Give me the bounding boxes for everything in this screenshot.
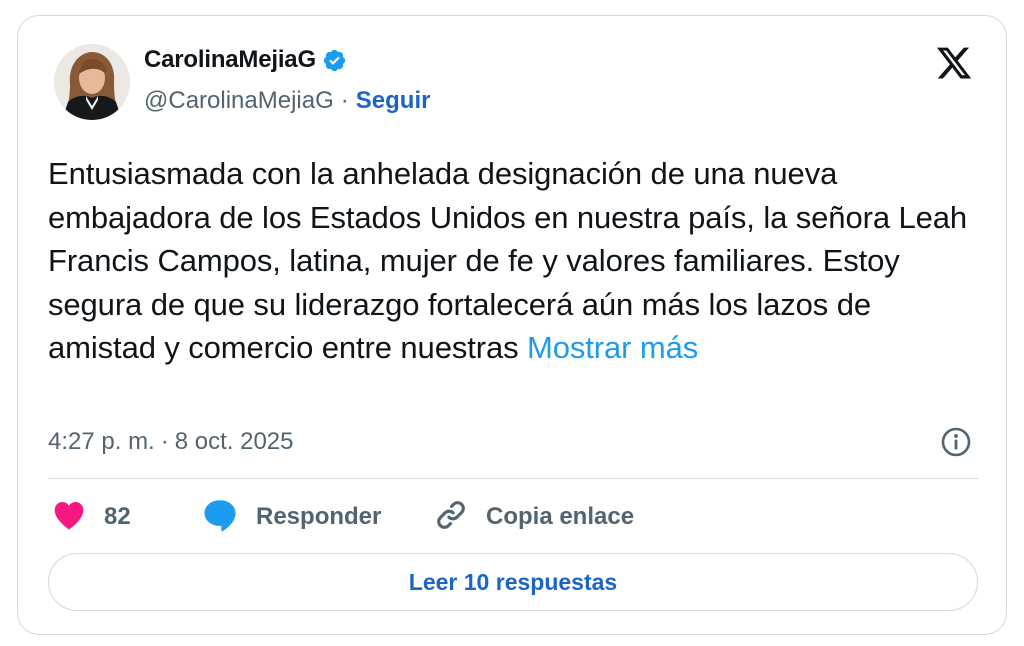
tweet-text: Entusiasmada con la anhelada designación… [48, 156, 968, 365]
tweet-date: 8 oct. 2025 [174, 428, 294, 455]
tweet-body: Entusiasmada con la anhelada designación… [48, 152, 978, 370]
info-icon[interactable] [940, 426, 972, 458]
like-button[interactable]: 82 [52, 500, 202, 535]
avatar[interactable] [54, 44, 130, 120]
tweet-time: 4:27 p. m. [48, 428, 155, 455]
tweet-actions: 82 Responder Copia enlace [52, 498, 634, 537]
tweet-timestamp[interactable]: 4:27 p. m. · 8 oct. 2025 [48, 428, 294, 456]
speech-bubble-icon [202, 498, 238, 537]
x-logo-icon[interactable] [935, 44, 973, 82]
reply-label: Responder [256, 503, 382, 530]
author-name-row: CarolinaMejiaG [144, 46, 347, 74]
reply-button[interactable]: Responder [202, 498, 434, 537]
author-display-name[interactable]: CarolinaMejiaG [144, 46, 316, 74]
divider [48, 478, 978, 479]
likes-count: 82 [104, 503, 131, 530]
handle-separator: · [340, 87, 349, 114]
verified-badge-icon [322, 48, 347, 73]
read-replies-button[interactable]: Leer 10 respuestas [48, 553, 978, 611]
author-handle-row: @CarolinaMejiaG · Seguir [144, 87, 430, 115]
heart-icon [52, 500, 86, 535]
copy-link-label: Copia enlace [486, 503, 635, 530]
timestamp-separator: · [160, 428, 169, 455]
follow-button[interactable]: Seguir [356, 87, 431, 115]
show-more-link[interactable]: Mostrar más [527, 330, 698, 365]
author-handle[interactable]: @CarolinaMejiaG [144, 87, 334, 115]
link-icon [434, 498, 468, 537]
copy-link-button[interactable]: Copia enlace [434, 498, 634, 537]
embedded-tweet-card: CarolinaMejiaG @CarolinaMejiaG · Seguir … [17, 15, 1007, 635]
